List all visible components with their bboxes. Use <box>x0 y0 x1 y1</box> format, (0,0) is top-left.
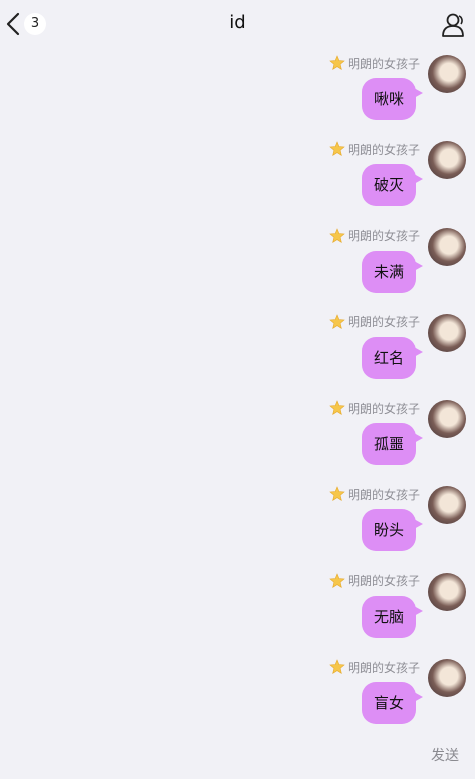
sender-info: 明朗的女孩子 <box>329 659 420 675</box>
bubble-tail <box>414 88 423 98</box>
avatar[interactable] <box>428 141 466 180</box>
message-item: 明朗的女孩子 未满 <box>0 223 475 309</box>
sender-info: 明朗的女孩子 <box>329 486 420 502</box>
message-bubble[interactable]: 盲女 <box>362 682 416 725</box>
star-icon <box>329 400 345 416</box>
message-item: 明朗的女孩子 无脑 <box>0 568 475 654</box>
message-list: 明朗的女孩子 啾咪 明朗的女孩子 破灭 明朗的女孩子 未满 明朗的女孩子 红名 <box>0 50 475 740</box>
sender-nickname: 明朗的女孩子 <box>347 315 420 330</box>
sender-info: 明朗的女孩子 <box>329 55 420 71</box>
sender-info: 明朗的女孩子 <box>329 227 420 244</box>
sender-nickname: 明朗的女孩子 <box>347 142 420 157</box>
sender-info: 明朗的女孩子 <box>329 314 420 330</box>
message-item: 明朗的女孩子 破灭 <box>0 136 475 222</box>
message-bubble[interactable]: 啾咪 <box>362 78 416 120</box>
send-button[interactable]: 发送 <box>431 745 459 765</box>
star-icon <box>329 486 345 502</box>
star-icon <box>329 227 345 243</box>
top-bar: 3 id <box>0 0 475 50</box>
sender-nickname: 明朗的女孩子 <box>347 660 420 675</box>
sender-nickname: 明朗的女孩子 <box>347 574 420 589</box>
star-icon <box>329 314 345 329</box>
bubble-tail <box>414 692 423 703</box>
bubble-tail <box>414 260 423 271</box>
star-icon <box>329 141 345 157</box>
avatar[interactable] <box>428 572 466 611</box>
sender-nickname: 明朗的女孩子 <box>347 229 420 244</box>
avatar[interactable] <box>428 313 466 352</box>
message-bubble[interactable]: 红名 <box>362 336 416 379</box>
sender-info: 明朗的女孩子 <box>329 400 420 416</box>
message-bubble[interactable]: 孤噩 <box>362 423 416 466</box>
bubble-tail <box>414 519 423 530</box>
bubble-tail <box>414 346 423 357</box>
message-item: 明朗的女孩子 盲女 <box>0 654 475 740</box>
message-item: 明朗的女孩子 啾咪 <box>0 50 475 136</box>
bubble-tail <box>414 605 423 616</box>
sender-nickname: 明朗的女孩子 <box>347 56 420 71</box>
avatar[interactable] <box>428 400 466 439</box>
message-bubble[interactable]: 盼头 <box>362 509 416 552</box>
star-icon <box>329 659 345 675</box>
bubble-tail <box>414 433 423 444</box>
sender-info: 明朗的女孩子 <box>329 572 420 589</box>
message-bubble[interactable]: 破灭 <box>362 164 416 207</box>
avatar[interactable] <box>428 659 466 698</box>
avatar[interactable] <box>428 227 466 266</box>
sender-nickname: 明朗的女孩子 <box>347 401 420 416</box>
bubble-tail <box>414 174 423 185</box>
message-bubble[interactable]: 无脑 <box>362 595 416 638</box>
message-item: 明朗的女孩子 红名 <box>0 309 475 395</box>
sender-nickname: 明朗的女孩子 <box>347 487 420 502</box>
message-item: 明朗的女孩子 孤噩 <box>0 395 475 481</box>
star-icon <box>329 572 345 588</box>
sender-info: 明朗的女孩子 <box>329 141 420 157</box>
message-item: 明朗的女孩子 盼头 <box>0 481 475 567</box>
star-icon <box>329 55 345 70</box>
page-title: id <box>229 12 246 33</box>
user-profile-icon[interactable] <box>441 12 467 38</box>
avatar[interactable] <box>428 55 466 93</box>
avatar[interactable] <box>428 486 466 525</box>
message-bubble[interactable]: 未满 <box>362 250 416 293</box>
